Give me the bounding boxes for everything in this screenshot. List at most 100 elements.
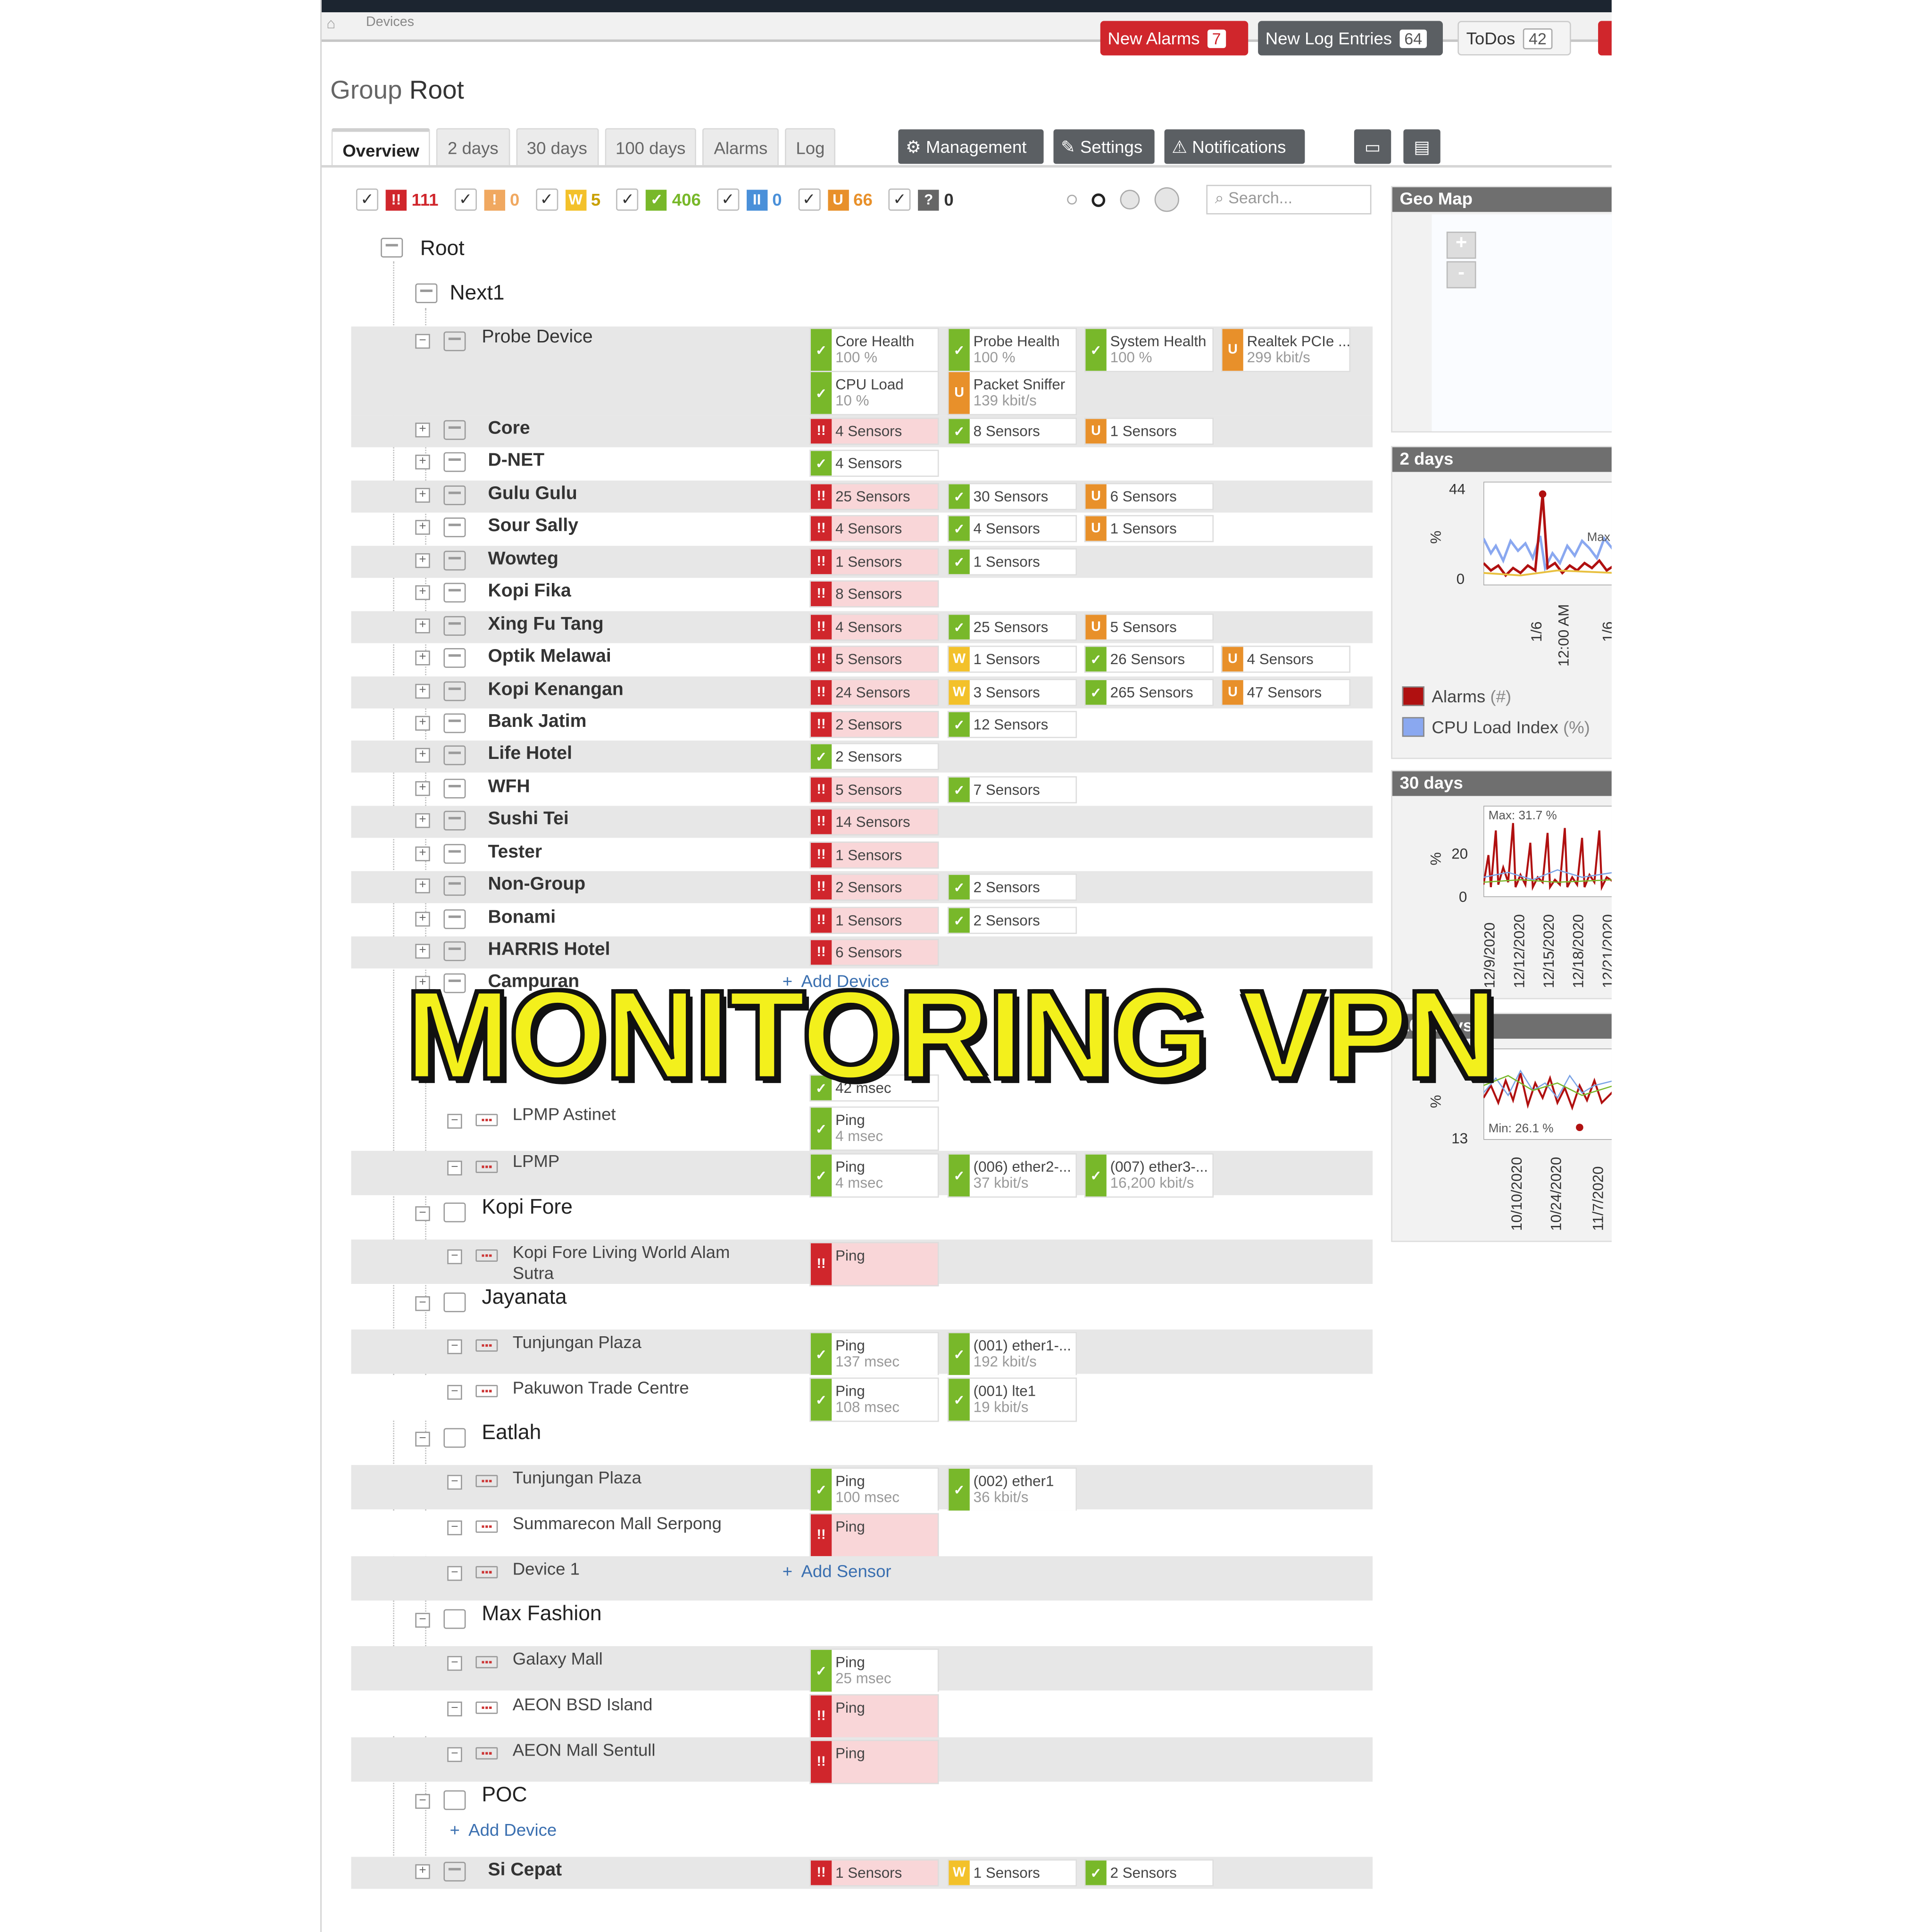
sensor-tile[interactable]: !! 1 Sensors bbox=[809, 841, 939, 869]
sensor-tile[interactable]: !! Ping bbox=[809, 1694, 939, 1739]
sensor-tile[interactable]: !! 24 Sensors bbox=[809, 679, 939, 706]
notifications-tab[interactable]: ⚠ Notifications bbox=[1164, 129, 1305, 164]
group-name[interactable]: Sour Sally bbox=[488, 515, 578, 536]
settings-tab[interactable]: ✎ Settings bbox=[1053, 129, 1155, 164]
sensor-tile[interactable]: ✓ 12 Sensors bbox=[947, 711, 1077, 738]
group-name[interactable]: Si Cepat bbox=[488, 1859, 562, 1880]
sensor-tile[interactable]: ✓ System Health 100 % bbox=[1084, 327, 1214, 372]
sensor-tile[interactable]: U1 Sensors bbox=[1084, 515, 1214, 542]
sensor-tile[interactable]: !! 1 Sensors bbox=[809, 1859, 939, 1887]
size-radio-small[interactable] bbox=[1067, 194, 1077, 205]
status-filter-0[interactable]: ✓!! 111 bbox=[356, 188, 439, 211]
tab-overview[interactable]: Overview bbox=[331, 128, 431, 168]
expand-icon[interactable]: + bbox=[415, 846, 430, 861]
subgroup-name[interactable]: Kopi Fore bbox=[482, 1195, 573, 1220]
sensor-tile[interactable]: !! 25 Sensors bbox=[809, 483, 939, 510]
tab-alarms[interactable]: Alarms bbox=[703, 128, 779, 166]
sensor-tile[interactable]: ✓ 7 Sensors bbox=[947, 776, 1077, 804]
collapse-icon[interactable]: − bbox=[447, 1160, 462, 1176]
tab-log[interactable]: Log bbox=[784, 128, 836, 166]
sensor-tile[interactable]: !! 4 Sensors bbox=[809, 613, 939, 641]
sensor-tile[interactable]: ✓ 8 Sensors bbox=[947, 417, 1077, 445]
collapse-icon[interactable]: − bbox=[447, 1114, 462, 1129]
expand-icon[interactable]: + bbox=[415, 553, 430, 568]
device-name[interactable]: Pakuwon Trade Centre bbox=[513, 1377, 759, 1398]
sensor-tile[interactable]: U Realtek PCIe ... 299 kbit/s bbox=[1221, 327, 1351, 372]
sensor-tile[interactable]: ✓ (007) ether3-... 16,200 kbit/s bbox=[1084, 1153, 1214, 1198]
search-input[interactable]: ⌕ Search... bbox=[1206, 184, 1372, 215]
group-name[interactable]: Bank Jatim bbox=[488, 711, 586, 732]
sensor-tile[interactable]: U1 Sensors bbox=[1084, 417, 1214, 445]
sensor-tile[interactable]: ✓ (002) ether1 36 kbit/s bbox=[947, 1467, 1077, 1512]
sensor-tile[interactable]: ✓ Probe Health 100 % bbox=[947, 327, 1077, 372]
tab-30-days[interactable]: 30 days bbox=[516, 128, 599, 166]
filter-checkbox[interactable]: ✓ bbox=[356, 188, 378, 211]
sensor-tile[interactable]: ✓ 26 Sensors bbox=[1084, 645, 1214, 673]
sensor-tile[interactable]: ✓ 4 Sensors bbox=[809, 450, 939, 477]
collapse-icon[interactable]: − bbox=[415, 1432, 430, 1447]
collapse-icon[interactable]: − bbox=[447, 1747, 462, 1762]
root-label[interactable]: Root bbox=[420, 237, 465, 261]
group-name[interactable]: Wowteg bbox=[488, 548, 558, 569]
history-tab[interactable]: ▤ bbox=[1403, 129, 1441, 164]
collapse-icon[interactable]: − bbox=[447, 1520, 462, 1535]
group-name[interactable]: Gulu Gulu bbox=[488, 483, 577, 504]
new-alarms-button[interactable]: New Alarms 7 bbox=[1100, 21, 1249, 56]
sensor-tile[interactable]: ✓ (001) lte1 19 kbit/s bbox=[947, 1377, 1077, 1422]
sensor-tile[interactable]: !! 5 Sensors bbox=[809, 776, 939, 804]
expand-icon[interactable]: + bbox=[415, 781, 430, 796]
new-log-entries-button[interactable]: New Log Entries 64 bbox=[1258, 21, 1443, 56]
status-filter-3[interactable]: ✓ ✓ 406 bbox=[616, 188, 701, 211]
group-next1-label[interactable]: Next1 bbox=[450, 281, 504, 306]
size-radio-medium[interactable] bbox=[1091, 192, 1106, 207]
collapse-icon[interactable]: − bbox=[447, 1566, 462, 1581]
device-name[interactable]: Galaxy Mall bbox=[513, 1649, 759, 1669]
expand-icon[interactable]: + bbox=[415, 423, 430, 438]
sensor-tile[interactable]: U4 Sensors bbox=[1221, 645, 1351, 673]
sensor-tile[interactable]: ✓ Core Health 100 % bbox=[809, 327, 939, 372]
device-name[interactable]: Kopi Fore Living World Alam Sutra bbox=[513, 1242, 759, 1284]
sensor-tile[interactable]: ✓ Ping 108 msec bbox=[809, 1377, 939, 1422]
expand-icon[interactable]: + bbox=[415, 520, 430, 535]
tab-2-days[interactable]: 2 days bbox=[436, 128, 510, 166]
sensor-tile[interactable]: !! 6 Sensors bbox=[809, 939, 939, 966]
expand-icon[interactable]: + bbox=[415, 748, 430, 763]
status-filter-4[interactable]: ✓ II 0 bbox=[716, 188, 782, 211]
collapse-icon[interactable]: − bbox=[415, 333, 430, 349]
sensor-tile[interactable]: ✓ 2 Sensors bbox=[947, 874, 1077, 901]
group-name[interactable]: Xing Fu Tang bbox=[488, 614, 603, 634]
expand-icon[interactable]: + bbox=[415, 585, 430, 600]
probe-device-name[interactable]: Probe Device bbox=[482, 326, 592, 347]
group-name[interactable]: Kopi Kenangan bbox=[488, 679, 623, 700]
size-radio-xlarge[interactable] bbox=[1154, 187, 1179, 212]
expand-icon[interactable]: + bbox=[415, 488, 430, 503]
sensor-tile[interactable]: !! 1 Sensors bbox=[809, 548, 939, 575]
zoom-out-button[interactable]: - bbox=[1446, 261, 1476, 289]
expand-icon[interactable]: + bbox=[415, 813, 430, 828]
subgroup-row[interactable]: − POC bbox=[351, 1783, 1373, 1823]
group-name[interactable]: Core bbox=[488, 418, 530, 439]
status-filter-1[interactable]: ✓! 0 bbox=[454, 188, 519, 211]
group-name[interactable]: Sushi Tei bbox=[488, 808, 568, 829]
filter-checkbox[interactable]: ✓ bbox=[716, 188, 739, 211]
legend-alarms[interactable]: Alarms (#) bbox=[1402, 686, 1511, 706]
collapse-icon[interactable]: − bbox=[447, 1474, 462, 1490]
sensor-tile[interactable]: ✓ (001) ether1-... 192 kbit/s bbox=[947, 1332, 1077, 1376]
group-name[interactable]: HARRIS Hotel bbox=[488, 939, 610, 960]
group-name[interactable]: Kopi Fika bbox=[488, 580, 571, 601]
device-name[interactable]: AEON Mall Sentull bbox=[513, 1740, 759, 1760]
sensor-tile[interactable]: ✓ Ping 25 msec bbox=[809, 1649, 939, 1693]
sensor-tile[interactable]: ✓ 4 Sensors bbox=[947, 515, 1077, 542]
expand-icon[interactable]: + bbox=[415, 943, 430, 959]
group-name[interactable]: Bonami bbox=[488, 907, 556, 928]
expand-icon[interactable]: + bbox=[415, 716, 430, 731]
sensor-tile[interactable]: U 47 Sensors bbox=[1221, 679, 1351, 706]
status-filter-6[interactable]: ✓? 0 bbox=[888, 188, 954, 211]
collapse-icon[interactable]: − bbox=[447, 1385, 462, 1400]
sensor-tile[interactable]: !! 2 Sensors bbox=[809, 874, 939, 901]
expand-icon[interactable]: + bbox=[415, 683, 430, 699]
comment-tab[interactable]: ▭ bbox=[1354, 129, 1391, 164]
expand-icon[interactable]: + bbox=[415, 618, 430, 633]
sensor-tile[interactable]: ✓ 30 Sensors bbox=[947, 483, 1077, 510]
collapse-icon[interactable]: − bbox=[447, 1249, 462, 1265]
